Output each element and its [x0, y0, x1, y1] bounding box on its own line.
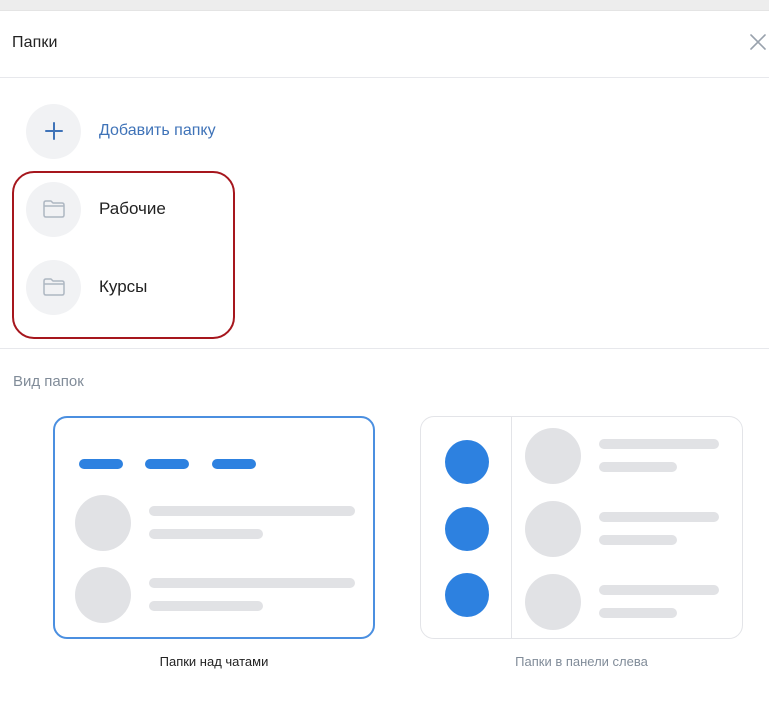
preview-line	[599, 535, 677, 545]
add-folder-circle	[26, 103, 81, 159]
folder-item-rabochie[interactable]: Рабочие	[26, 181, 526, 237]
folders-dialog: Папки Добавить папку Рабочие Курсы Вид п…	[0, 10, 769, 709]
folder-circle	[26, 259, 81, 315]
folder-icon	[42, 278, 65, 296]
preview-line	[599, 608, 677, 618]
preview-tab-pill	[145, 459, 189, 469]
view-option-above-chats[interactable]	[53, 416, 375, 639]
preview-tab-pill	[79, 459, 123, 469]
view-option-label-above-chats[interactable]: Папки над чатами	[53, 654, 375, 669]
preview-line	[599, 512, 719, 522]
dialog-title: Папки	[12, 34, 58, 51]
preview-line	[149, 529, 263, 539]
dialog-header: Папки	[0, 11, 769, 78]
preview-line	[149, 506, 355, 516]
section-divider	[0, 348, 769, 349]
close-button[interactable]	[748, 30, 768, 54]
preview-avatar	[525, 428, 581, 484]
folder-icon	[42, 200, 65, 218]
preview-tab-pill	[212, 459, 256, 469]
preview-line	[599, 585, 719, 595]
preview-folder-dot	[445, 507, 489, 551]
view-option-left-panel[interactable]	[420, 416, 743, 639]
preview-line	[149, 578, 355, 588]
view-section-title: Вид папок	[13, 373, 84, 390]
folder-item-kursy[interactable]: Курсы	[26, 259, 526, 315]
add-folder-button[interactable]: Добавить папку	[26, 103, 526, 159]
folder-label: Рабочие	[99, 199, 166, 218]
folder-label: Курсы	[99, 277, 148, 296]
preview-avatar	[75, 567, 131, 623]
preview-line	[149, 601, 263, 611]
preview-folder-dot	[445, 440, 489, 484]
view-option-label-left-panel[interactable]: Папки в панели слева	[420, 654, 743, 669]
folder-circle	[26, 181, 81, 237]
preview-avatar	[75, 495, 131, 551]
preview-folder-dot	[445, 573, 489, 617]
close-icon	[750, 34, 766, 50]
add-folder-label: Добавить папку	[99, 122, 216, 139]
preview-separator	[511, 417, 512, 638]
plus-icon	[44, 122, 63, 140]
preview-line	[599, 439, 719, 449]
preview-line	[599, 462, 677, 472]
preview-avatar	[525, 574, 581, 630]
preview-avatar	[525, 501, 581, 557]
